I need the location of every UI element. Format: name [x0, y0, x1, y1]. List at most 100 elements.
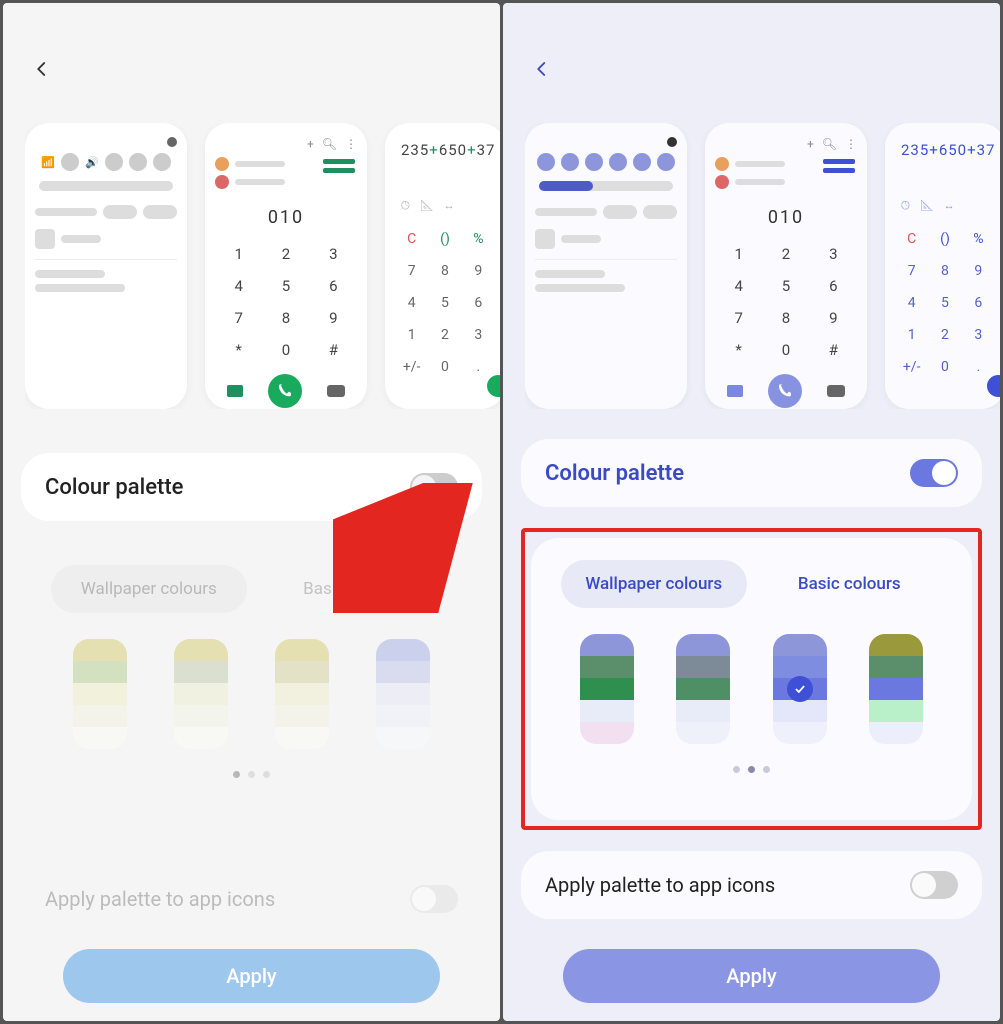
apply-to-icons-label: Apply palette to app icons — [45, 887, 275, 911]
chevron-left-icon — [533, 55, 551, 83]
colour-palette-label: Colour palette — [45, 475, 183, 500]
history-icon: 🕒︎ — [901, 199, 910, 213]
preview-carousel[interactable]: + 🔍︎ ⋮ 010 123 456 789 *0# 235+650+37 🕒︎ 📐︎… — [525, 123, 1000, 409]
ruler-icon: 📐︎ — [420, 199, 434, 213]
sound-icon: 🔊 — [85, 156, 99, 169]
search-icon: 🔍︎ — [822, 137, 837, 151]
preview-dialer: +🔍︎⋮ 010 123 456 789 *0# — [205, 123, 367, 409]
palette-swatch-selected[interactable] — [773, 634, 827, 744]
back-button[interactable] — [31, 58, 53, 80]
colour-palette-row: Colour palette — [21, 453, 482, 521]
colour-palette-toggle[interactable] — [410, 473, 458, 501]
apply-to-icons-label: Apply palette to app icons — [545, 873, 775, 897]
qs-icon — [537, 153, 555, 171]
equals-button — [487, 375, 500, 397]
preview-calculator: 235+650+37 🕒︎ 📐︎ ↔ C()% 789 456 123 +/-0. — [885, 123, 1000, 409]
palette-swatch[interactable] — [676, 634, 730, 744]
qs-icon — [633, 153, 651, 171]
preview-calculator: 235+650+37 🕒︎📐︎↔ C()% 789 456 123 +/-0. — [385, 123, 500, 409]
preview-carousel[interactable]: 📶 🔊 +🔍︎⋮ 010 123 456 789 — [25, 123, 500, 409]
palette-swatch[interactable] — [174, 639, 228, 749]
qs-icon — [61, 153, 79, 171]
colour-palette-toggle[interactable] — [910, 459, 958, 487]
apply-button-label: Apply — [726, 964, 776, 988]
palette-swatch[interactable] — [580, 634, 634, 744]
pager-dots — [541, 766, 962, 773]
preview-quicksettings — [525, 123, 687, 409]
palette-swatch[interactable] — [376, 639, 430, 749]
gear-icon — [667, 137, 677, 147]
preview-quicksettings: 📶 🔊 — [25, 123, 187, 409]
screenshot-right: + 🔍︎ ⋮ 010 123 456 789 *0# 235+650+37 🕒︎ 📐︎… — [503, 3, 1000, 1021]
pager-dot[interactable] — [263, 771, 270, 778]
apply-to-icons-toggle[interactable] — [410, 885, 458, 913]
colour-palette-label: Colour palette — [545, 461, 684, 486]
apply-button-label: Apply — [226, 964, 276, 988]
palette-swatch[interactable] — [275, 639, 329, 749]
apply-button[interactable]: Apply — [63, 949, 440, 1003]
apply-to-icons-row: Apply palette to app icons — [521, 851, 982, 919]
calc-expression: 235+650+37 — [895, 137, 995, 161]
history-icon: 🕒︎ — [401, 199, 410, 213]
palette-swatch[interactable] — [869, 634, 923, 744]
backspace-icon — [327, 385, 345, 397]
equals-button — [987, 375, 1000, 397]
pager-dot[interactable] — [748, 766, 755, 773]
dialer-keypad: 123 456 789 *0# — [715, 238, 857, 366]
qs-icon — [105, 153, 123, 171]
pager-dot[interactable] — [233, 771, 240, 778]
calc-expression: 235+650+37 — [395, 137, 495, 161]
dialer-number: 010 — [215, 207, 357, 228]
avatar — [215, 175, 229, 189]
tab-wallpaper-colours[interactable]: Wallpaper colours — [561, 560, 747, 608]
palette-panel: Wallpaper colours Basic colours — [531, 538, 972, 820]
expand-icon: ↔ — [944, 199, 955, 213]
plus-icon: + — [807, 137, 814, 151]
screenshot-left: 📶 🔊 +🔍︎⋮ 010 123 456 789 — [3, 3, 500, 1021]
tab-basic-colours[interactable]: Basic colours — [757, 560, 943, 608]
brightness-slider — [39, 181, 173, 191]
more-icon: ⋮ — [845, 137, 857, 151]
pager-dot[interactable] — [248, 771, 255, 778]
qs-icon — [585, 153, 603, 171]
back-button[interactable] — [531, 58, 553, 80]
tab-wallpaper-colours[interactable]: Wallpaper colours — [51, 565, 247, 613]
wifi-icon: 📶 — [41, 156, 55, 169]
avatar — [715, 175, 729, 189]
palette-panel: Wallpaper colours Basic colours — [21, 543, 482, 796]
pager-dot[interactable] — [733, 766, 740, 773]
gear-icon — [167, 137, 177, 147]
calc-keypad: C()% 789 456 123 +/-0. — [395, 223, 495, 383]
annotation-highlight-box: Wallpaper colours Basic colours — [521, 528, 982, 830]
qs-icon — [657, 153, 675, 171]
apply-to-icons-toggle[interactable] — [910, 871, 958, 899]
qs-icon — [153, 153, 171, 171]
palette-swatch[interactable] — [73, 639, 127, 749]
pager-dot[interactable] — [763, 766, 770, 773]
qs-icon — [129, 153, 147, 171]
tab-basic-colours[interactable]: Basic colours — [257, 565, 453, 613]
video-call-icon — [727, 385, 743, 397]
qs-icon — [609, 153, 627, 171]
palette-tabs: Wallpaper colours Basic colours — [51, 565, 452, 613]
colour-palette-row: Colour palette — [521, 439, 982, 507]
call-button — [768, 374, 802, 408]
ruler-icon: 📐︎ — [920, 199, 934, 213]
palette-tabs: Wallpaper colours Basic colours — [561, 560, 942, 608]
brightness-slider — [539, 181, 673, 191]
pager-dots — [31, 771, 472, 778]
calc-keypad: C()% 789 456 123 +/-0. — [895, 223, 995, 383]
avatar — [215, 157, 229, 171]
dialer-keypad: 123 456 789 *0# — [215, 238, 357, 366]
backspace-icon — [827, 385, 845, 397]
video-call-icon — [227, 385, 243, 397]
chevron-left-icon — [33, 55, 51, 83]
search-icon: 🔍︎ — [322, 137, 337, 151]
preview-dialer: + 🔍︎ ⋮ 010 123 456 789 *0# — [705, 123, 867, 409]
dialer-number: 010 — [715, 207, 857, 228]
avatar — [715, 157, 729, 171]
apply-to-icons-row: Apply palette to app icons — [21, 865, 482, 933]
more-icon: ⋮ — [345, 137, 357, 151]
apply-button[interactable]: Apply — [563, 949, 940, 1003]
swatch-row — [541, 634, 962, 744]
